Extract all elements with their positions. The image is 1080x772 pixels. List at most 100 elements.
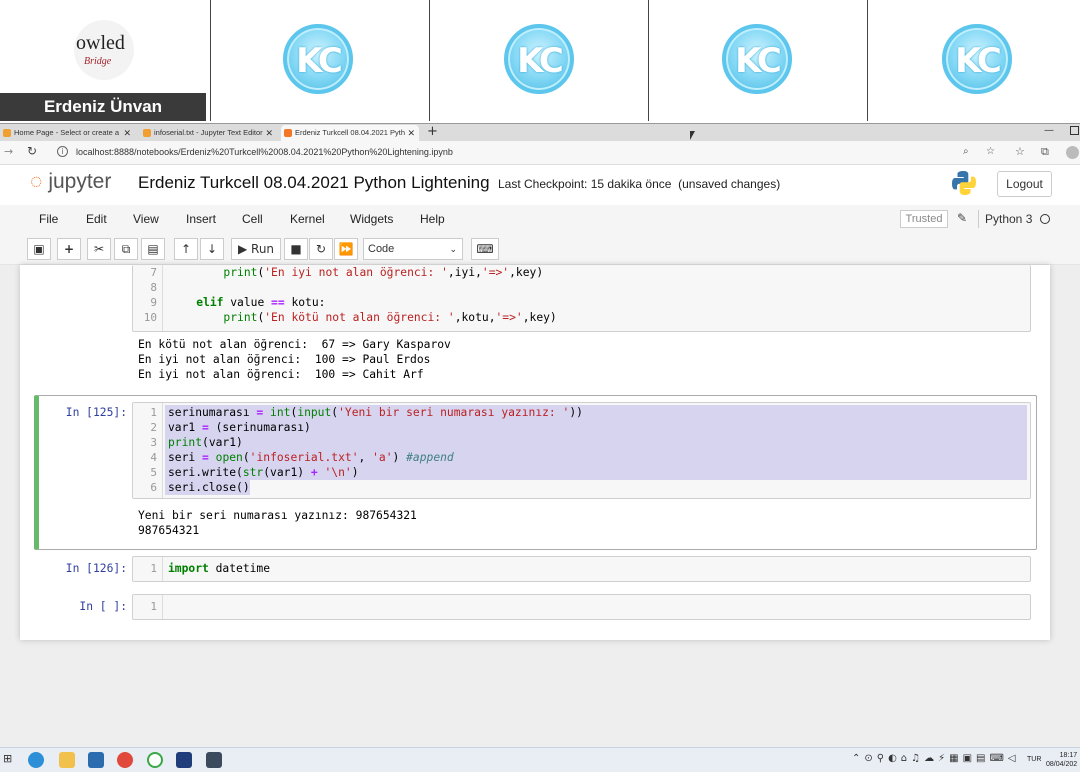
tab-favicon-icon — [3, 129, 11, 137]
participant-tile[interactable]: KC — [430, 0, 649, 121]
menu-widgets[interactable]: Widgets — [350, 212, 393, 226]
chrome-icon[interactable] — [117, 752, 133, 768]
code-line: seri = open('infoserial.txt', 'a') #appe… — [168, 451, 454, 464]
menu-bar: File Edit View Insert Cell Kernel Widget… — [0, 205, 1080, 233]
code-input-area[interactable]: 1 — [132, 594, 1031, 620]
participant-tile[interactable]: KC — [649, 0, 868, 121]
python-logo-icon — [951, 170, 977, 196]
browser-tab-home[interactable]: Home Page - Select or create a ✕ — [0, 125, 135, 141]
minimize-icon[interactable]: — — [1044, 125, 1054, 136]
kernel-name: Python 3 — [985, 212, 1033, 226]
edge-browser-icon[interactable] — [28, 752, 44, 768]
restart-run-all-icon[interactable]: ⏩ — [334, 238, 358, 260]
clock-time: 18:17 — [1059, 752, 1078, 759]
add-cell-icon[interactable]: + — [57, 238, 81, 260]
save-icon[interactable]: ▣ — [27, 238, 51, 260]
restart-icon[interactable]: ↻ — [309, 238, 333, 260]
kc-avatar-icon: KC — [722, 24, 792, 94]
line-number: 1 — [150, 406, 157, 419]
cell-type-value: Code — [368, 243, 395, 255]
reload-icon[interactable]: ↻ — [27, 144, 37, 158]
favorites-icon[interactable]: ☆ — [1015, 145, 1025, 158]
cell-prompt: In [126]: — [65, 562, 127, 575]
menu-file[interactable]: File — [39, 212, 58, 226]
menu-help[interactable]: Help — [420, 212, 445, 226]
maximize-icon[interactable] — [1070, 126, 1079, 135]
code-input-area[interactable]: 1 import datetime — [132, 556, 1031, 582]
run-button[interactable]: ▶ Run — [231, 238, 281, 260]
line-number: 2 — [150, 421, 157, 434]
run-label: Run — [251, 242, 275, 256]
close-icon[interactable]: ✕ — [407, 125, 415, 141]
line-number: 9 — [150, 296, 157, 309]
file-explorer-icon[interactable] — [59, 752, 75, 768]
keyboard-icon[interactable]: ⌨ — [471, 238, 499, 260]
move-up-icon[interactable]: ↑ — [174, 238, 198, 260]
system-tray-icons[interactable]: ⌃⊙⚲◐⌂♫☁⚡▦▣▤⌨◁ — [852, 753, 1020, 764]
participant-tile[interactable]: KC — [868, 0, 1080, 121]
taskbar-clock[interactable]: 18:17 08/04/202 — [1046, 751, 1077, 769]
code-line: seri.write(str(var1) + '\n') — [168, 466, 359, 479]
move-down-icon[interactable]: ↓ — [200, 238, 224, 260]
presentation-app-icon[interactable] — [176, 752, 192, 768]
jupyter-header: ◌ jupyter Erdeniz Turkcell 08.04.2021 Py… — [0, 166, 1080, 204]
browser-tab-text-editor[interactable]: infoserial.txt - Jupyter Text Editor ✕ — [140, 125, 277, 141]
interrupt-icon[interactable]: ■ — [284, 238, 308, 260]
menu-view[interactable]: View — [133, 212, 159, 226]
refresh-app-icon[interactable] — [147, 752, 163, 768]
kc-avatar-icon: KC — [504, 24, 574, 94]
cell-output-line: En kötü not alan öğrenci: 67 => Gary Kas… — [138, 338, 451, 351]
collections-icon[interactable]: ⧉ — [1041, 145, 1049, 159]
line-number: 3 — [150, 436, 157, 449]
code-input-area[interactable]: 1 2 3 4 5 6 serinumarası = int(input('Ye… — [132, 402, 1031, 499]
kc-avatar-icon: KC — [283, 24, 353, 94]
code-input-area[interactable]: 7 8 9 10 print('En iyi not alan öğrenci:… — [132, 265, 1031, 332]
line-number: 6 — [150, 481, 157, 494]
cell-prompt: In [ ]: — [79, 600, 127, 613]
cell-output-line: En iyi not alan öğrenci: 100 => Paul Erd… — [138, 353, 431, 366]
zoom-icon[interactable]: ⌕ — [963, 146, 969, 157]
video-call-strip: owled Bridge Erdeniz Ünvan KC KC KC KC — [0, 0, 1080, 124]
code-line: elif value == kotu: — [196, 296, 326, 309]
notebook-title[interactable]: Erdeniz Turkcell 08.04.2021 Python Light… — [138, 173, 490, 193]
paste-icon[interactable]: ▤ — [141, 238, 165, 260]
menu-kernel[interactable]: Kernel — [290, 212, 325, 226]
line-number: 1 — [150, 562, 157, 575]
profile-avatar[interactable] — [1066, 146, 1079, 159]
edit-pencil-icon[interactable]: ✎ — [957, 211, 967, 225]
copy-icon[interactable]: ⧉ — [114, 238, 138, 260]
close-icon[interactable]: ✕ — [123, 125, 131, 141]
new-tab-button[interactable]: + — [427, 124, 438, 139]
menu-insert[interactable]: Insert — [186, 212, 216, 226]
jupyter-logo[interactable]: ◌ jupyter — [30, 170, 111, 194]
cell-prompt: In [125]: — [65, 406, 127, 419]
code-line: print('En iyi not alan öğrenci: ',iyi,'=… — [223, 266, 544, 279]
close-icon[interactable]: ✕ — [265, 125, 273, 141]
back-icon[interactable]: → — [4, 145, 13, 158]
cell-type-select[interactable]: Code ⌄ — [363, 238, 463, 260]
extension-icon[interactable]: ☆ — [986, 146, 995, 157]
logout-button[interactable]: Logout — [997, 171, 1052, 197]
menu-cell[interactable]: Cell — [242, 212, 263, 226]
trusted-badge[interactable]: Trusted — [900, 210, 948, 228]
windows-taskbar: ⊞ ⌃⊙⚲◐⌂♫☁⚡▦▣▤⌨◁ TUR 18:17 08/04/202 — [0, 747, 1080, 772]
input-language[interactable]: TUR — [1027, 756, 1041, 763]
mail-icon[interactable] — [88, 752, 104, 768]
kc-avatar-icon: KC — [942, 24, 1012, 94]
browser-tab-notebook[interactable]: Erdeniz Turkcell 08.04.2021 Pyth ✕ — [281, 125, 419, 141]
chevron-down-icon: ⌄ — [449, 244, 457, 254]
notebook-toolbar: ▣ + ✂ ⧉ ▤ ↑ ↓ ▶ Run ■ ↻ ⏩ Code ⌄ ⌨ — [0, 233, 1080, 265]
knowledge-bridge-logo: owled Bridge — [74, 20, 134, 80]
menu-divider — [978, 210, 979, 228]
code-line: seri.close() — [168, 481, 250, 494]
menu-edit[interactable]: Edit — [86, 212, 107, 226]
task-view-icon[interactable]: ⊞ — [3, 752, 12, 765]
participant-tile[interactable]: KC — [211, 0, 430, 121]
url-input[interactable]: localhost:8888/notebooks/Erdeniz%20Turkc… — [76, 147, 453, 157]
code-line: serinumarası = int(input('Yeni bir seri … — [168, 406, 583, 419]
snipping-tool-icon[interactable] — [206, 752, 222, 768]
run-icon: ▶ — [237, 242, 248, 256]
line-number: 10 — [143, 311, 157, 324]
cut-icon[interactable]: ✂ — [87, 238, 111, 260]
presenter-tile[interactable]: owled Bridge Erdeniz Ünvan — [0, 0, 211, 121]
